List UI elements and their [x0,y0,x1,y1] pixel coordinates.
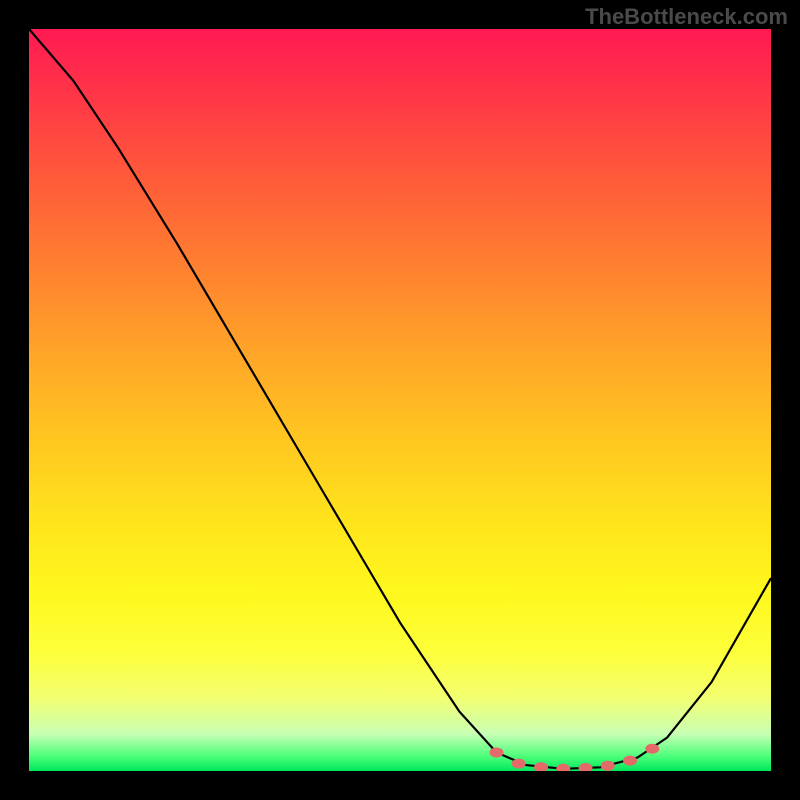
highlight-dot [579,763,593,771]
highlight-dot [534,762,548,771]
highlight-dot [489,747,503,757]
watermark-text: TheBottleneck.com [585,4,788,30]
bottleneck-curve [29,29,771,769]
highlight-dot [512,759,526,769]
highlight-dot [556,764,570,771]
data-points [489,744,659,771]
highlight-dot [645,744,659,754]
highlight-dot [623,756,637,766]
curve-overlay [29,29,771,771]
chart-plot-area [29,29,771,771]
highlight-dot [601,761,615,771]
